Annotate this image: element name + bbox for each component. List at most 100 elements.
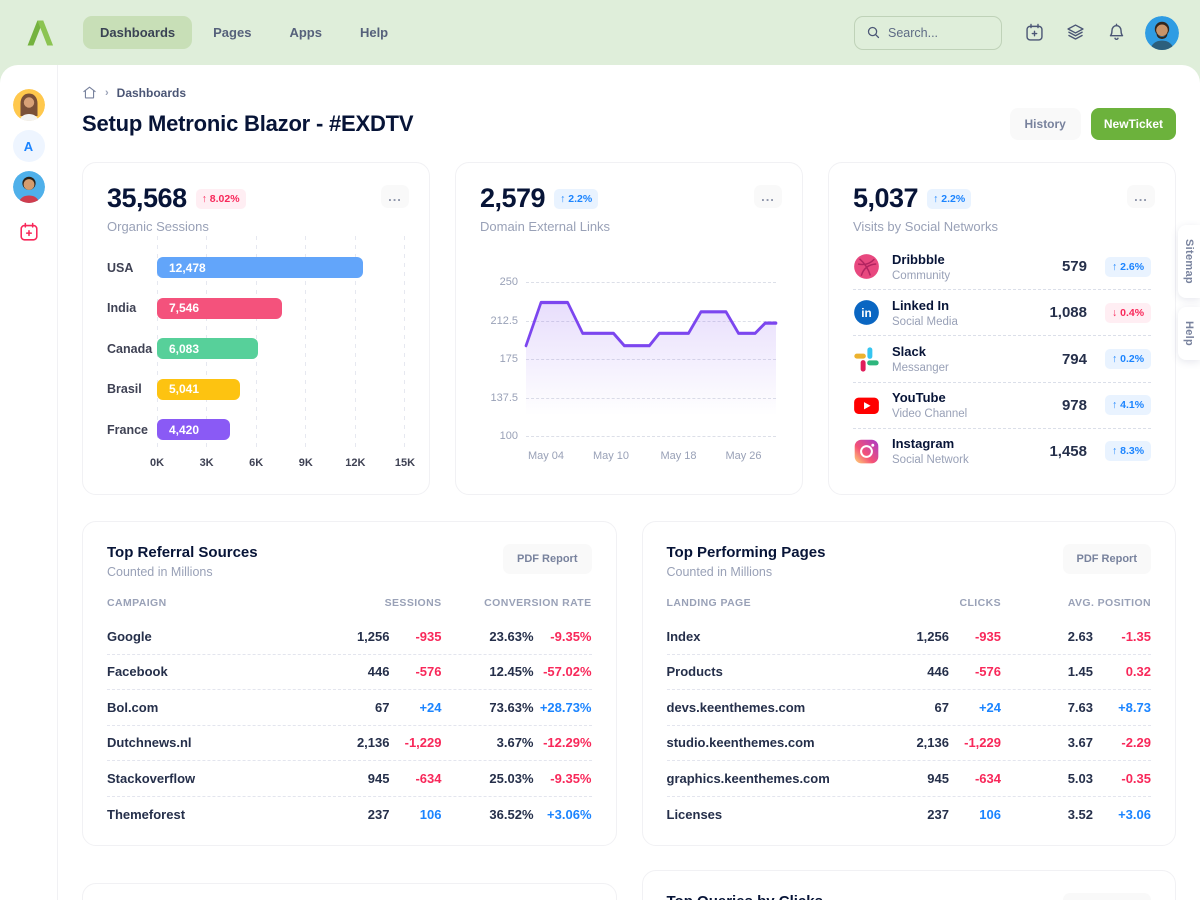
position-delta: -1.35 [1093,629,1151,644]
campaign-name: Dutchnews.nl [107,735,330,750]
stat-label: Organic Sessions [107,219,405,234]
network-delta-badge: ↑ 0.2% [1105,349,1151,369]
conversion-delta: -9.35% [534,629,592,644]
card-menu-button[interactable]: ... [381,185,409,208]
table-row: Themeforest 237 106 36.52% +3.06% [107,797,592,833]
metronic-logo-icon[interactable] [21,16,61,50]
sessions-delta: -935 [390,629,442,644]
rail-avatar-man[interactable] [13,171,45,203]
conversion-delta: +28.73% [534,700,592,715]
organic-sessions-bar-chart: USA 12,478 India 7,546 Canada 6,083 Bras… [107,248,405,475]
card-title: Top Referral Sources [107,544,258,561]
sitemap-tab[interactable]: Sitemap [1178,225,1200,298]
table-row: Google 1,256 -935 23.63% -9.35% [107,619,592,655]
search-icon [866,25,881,40]
top-queries-card: Top Queries by Clicks PDF Report [642,870,1177,900]
list-item: YouTube Video Channel 978 ↑ 4.1% [853,383,1151,429]
clicks-delta: 106 [949,807,1001,822]
position-value: 3.67 [1001,735,1093,750]
network-category: Messanger [892,362,1050,374]
history-button[interactable]: History [1010,108,1081,140]
x-axis-tick: 3K [200,457,214,469]
sessions-value: 2,136 [330,735,390,750]
user-avatar[interactable] [1145,16,1179,50]
list-item: in Linked In Social Media 1,088 ↓ 0.4% [853,290,1151,336]
position-value: 5.03 [1001,771,1093,786]
navbar-actions [854,16,1179,50]
rail-calendar-add-button[interactable] [18,221,40,243]
pdf-report-button[interactable]: PDF Report [1063,544,1152,574]
calendar-add-button[interactable] [1017,16,1051,50]
pdf-report-button[interactable]: PDF Report [503,544,592,574]
clicks-value: 2,136 [889,735,949,750]
gridline [526,436,776,437]
menu-item-pages[interactable]: Pages [196,16,268,49]
x-axis-tick: May 26 [725,450,761,462]
avatar-initial: A [24,139,33,154]
x-axis-tick: 15K [395,457,415,469]
card-menu-button[interactable]: ... [1127,185,1155,208]
menu-item-help[interactable]: Help [343,16,405,49]
network-value: 1,088 [1049,304,1087,321]
bar-row: France 4,420 [107,410,405,451]
pages-table: LANDING PAGE CLICKS AVG. POSITION Index … [667,591,1152,832]
line-chart-x-axis: May 04May 10May 18May 26 [526,450,776,466]
bar-category-label: France [107,423,157,437]
conversion-delta: +3.06% [534,807,592,822]
column-header: CONVERSION RATE [442,597,592,609]
x-axis-tick: 9K [299,457,313,469]
pdf-report-button[interactable]: PDF Report [1063,893,1152,900]
network-delta-badge: ↓ 0.4% [1105,303,1151,323]
table-header: CAMPAIGN SESSIONS CONVERSION RATE [107,591,592,619]
referral-table: CAMPAIGN SESSIONS CONVERSION RATE Google… [107,591,592,832]
card-title: Top Performing Pages [667,544,826,561]
left-rail: A [0,65,58,900]
new-ticket-button[interactable]: NewTicket [1091,108,1176,140]
campaign-name: Bol.com [107,700,330,715]
bar-category-label: India [107,301,157,315]
card-subtitle: Counted in Millions [107,565,258,579]
card-menu-button[interactable]: ... [754,185,782,208]
table-row: Index 1,256 -935 2.63 -1.35 [667,619,1152,655]
apps-layers-button[interactable] [1058,16,1092,50]
search-box[interactable] [854,16,1002,50]
menu-item-dashboards[interactable]: Dashboards [83,16,192,49]
page-content: › Dashboards Setup Metronic Blazor - #EX… [58,65,1200,900]
breadcrumb-item[interactable]: Dashboards [117,86,186,100]
clicks-delta: +24 [949,700,1001,715]
x-axis-tick: May 04 [528,450,564,462]
rail-avatar-letter-a[interactable]: A [13,130,45,162]
sessions-value: 945 [330,771,390,786]
stat-value: 2,579 [480,183,545,214]
campaign-name: Facebook [107,664,330,679]
network-value: 978 [1062,397,1087,414]
youtube-icon [853,392,880,419]
y-axis-tick: 212.5 [480,315,518,327]
notifications-button[interactable] [1099,16,1133,50]
stat-label: Domain External Links [480,219,778,234]
network-value: 794 [1062,351,1087,368]
list-item: Slack Messanger 794 ↑ 0.2% [853,336,1151,382]
menu-item-apps[interactable]: Apps [272,16,339,49]
user-avatar-image [1145,16,1179,50]
column-header: SESSIONS [330,597,442,609]
bar: 6,083 [157,338,258,359]
bar: 5,041 [157,379,240,400]
clicks-value: 67 [889,700,949,715]
network-delta-badge: ↑ 4.1% [1105,395,1151,415]
calendar-plus-icon [1024,22,1045,43]
landing-page-name: Licenses [667,807,890,822]
stat-delta-badge: ↑ 2.2% [554,189,598,209]
social-networks-list: Dribbble Community 579 ↑ 2.6% in Linked … [853,244,1151,474]
search-input[interactable] [888,26,988,40]
landing-page-name: Products [667,664,890,679]
sessions-value: 67 [330,700,390,715]
bar-category-label: Canada [107,342,157,356]
calendar-plus-icon [18,221,40,243]
rail-avatar-woman[interactable] [13,89,45,121]
list-item: Instagram Social Network 1,458 ↑ 8.3% [853,429,1151,474]
help-tab[interactable]: Help [1178,307,1200,360]
y-axis-tick: 137.5 [480,392,518,404]
home-icon[interactable] [82,85,97,100]
linkedin-icon: in [853,299,880,326]
